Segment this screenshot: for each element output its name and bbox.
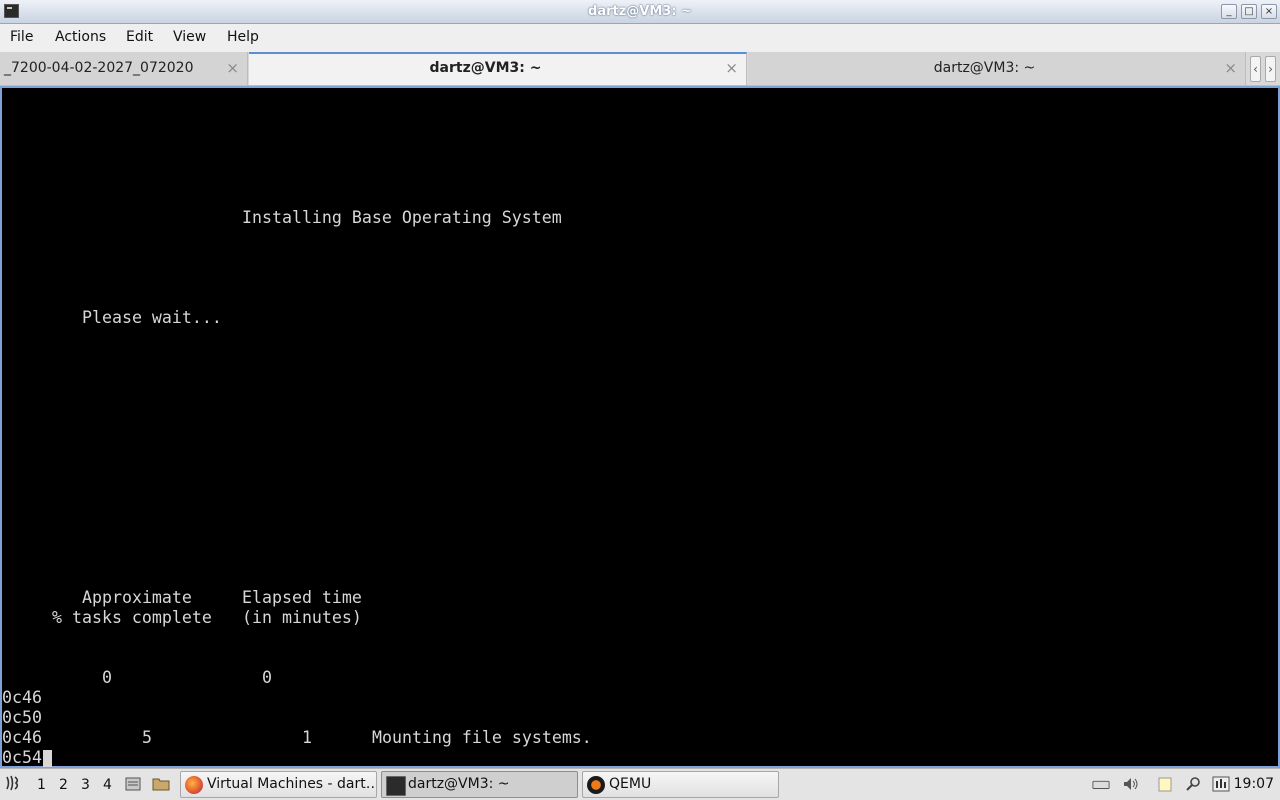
please-wait-text: Please wait... (82, 308, 222, 327)
close-button[interactable]: × (1261, 4, 1277, 19)
terminal-icon (386, 776, 406, 796)
status-code: 0c46 (2, 688, 42, 707)
elapsed-minutes: 1 (302, 728, 312, 747)
status-code: 0c46 (2, 728, 42, 747)
progress-message: Mounting file systems. (372, 728, 592, 747)
window-titlebar[interactable]: dartz@VM3: ~ _ □ × (0, 0, 1280, 24)
menu-actions[interactable]: Actions (55, 29, 106, 45)
clock[interactable]: 19:07 (1234, 776, 1274, 792)
volume-icon[interactable] (1122, 776, 1140, 792)
progress-percent: 0 (102, 668, 112, 687)
task-terminal[interactable]: dartz@VM3: ~ (381, 771, 578, 798)
close-icon[interactable]: × (1224, 52, 1237, 84)
tab-label: dartz@VM3: ~ (429, 60, 542, 76)
minimize-button[interactable]: _ (1221, 4, 1237, 19)
menu-file[interactable]: File (10, 29, 33, 45)
task-label: QEMU (609, 776, 652, 792)
start-menu-icon[interactable] (4, 774, 22, 792)
status-code: 0c54 (2, 748, 42, 767)
terminal-output[interactable]: Installing Base Operating System Please … (0, 86, 1280, 768)
close-icon[interactable]: × (725, 54, 738, 82)
column-header-approximate: Approximate (82, 588, 192, 607)
network-icon[interactable] (1212, 776, 1230, 792)
clipboard-icon[interactable] (1156, 776, 1174, 792)
menu-edit[interactable]: Edit (126, 29, 153, 45)
show-desktop-icon[interactable] (124, 775, 142, 793)
tab-label: dartz@VM3: ~ (933, 60, 1036, 76)
window-title: dartz@VM3: ~ (588, 4, 692, 19)
search-icon[interactable] (1185, 776, 1203, 792)
terminal-cursor (43, 750, 52, 767)
column-header-minutes: (in minutes) (242, 608, 362, 627)
task-label: Virtual Machines - dart… (207, 776, 377, 792)
menu-help[interactable]: Help (227, 29, 259, 45)
taskbar: 1 2 3 4 Virtual Machines - dart… dartz@V… (0, 768, 1280, 800)
menu-view[interactable]: View (173, 29, 206, 45)
file-manager-icon[interactable] (152, 775, 170, 793)
workspace-3[interactable]: 3 (81, 777, 90, 793)
tab-1[interactable]: _7200-04-02-2027_072020 × (0, 52, 248, 85)
close-icon[interactable]: × (226, 52, 239, 84)
qemu-icon (587, 776, 605, 794)
firefox-icon (185, 776, 203, 794)
maximize-button[interactable]: □ (1241, 4, 1257, 19)
column-header-tasks: % tasks complete (52, 608, 212, 627)
status-code: 0c50 (2, 708, 42, 727)
tab-scroll-left-button[interactable]: ‹ (1250, 56, 1261, 82)
tab-bar: _7200-04-02-2027_072020 × dartz@VM3: ~ ×… (0, 52, 1280, 86)
tab-3[interactable]: dartz@VM3: ~ × (748, 52, 1246, 85)
menu-bar: File Actions Edit View Help (0, 24, 1280, 52)
workspace-2[interactable]: 2 (59, 777, 68, 793)
task-qemu[interactable]: QEMU (582, 771, 779, 798)
install-heading: Installing Base Operating System (242, 208, 562, 227)
tab-scroll-right-button[interactable]: › (1265, 56, 1276, 82)
tab-label: _7200-04-02-2027_072020 (4, 60, 194, 76)
task-virtual-machines[interactable]: Virtual Machines - dart… (180, 771, 377, 798)
workspace-1[interactable]: 1 (37, 777, 46, 793)
progress-percent: 5 (142, 728, 152, 747)
task-label: dartz@VM3: ~ (408, 776, 510, 792)
drive-icon[interactable] (1092, 776, 1110, 792)
elapsed-minutes: 0 (262, 668, 272, 687)
workspace-4[interactable]: 4 (103, 777, 112, 793)
column-header-elapsed: Elapsed time (242, 588, 362, 607)
tab-2[interactable]: dartz@VM3: ~ × (249, 52, 747, 85)
